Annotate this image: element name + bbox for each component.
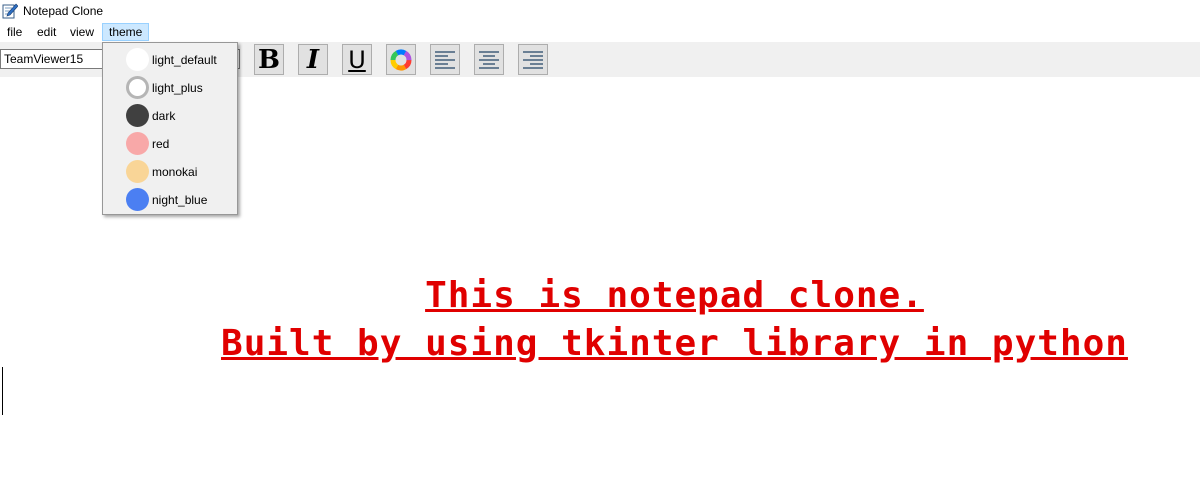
align-center-button[interactable] bbox=[474, 44, 504, 75]
italic-icon: I bbox=[306, 44, 320, 75]
underline-icon: U bbox=[348, 45, 366, 74]
editor-line-1: This is notepad clone. bbox=[425, 275, 924, 316]
theme-item-label: light_plus bbox=[152, 81, 203, 95]
menu-view[interactable]: view bbox=[64, 23, 100, 41]
italic-button[interactable]: I bbox=[298, 44, 328, 75]
swatch-light-default-icon bbox=[126, 48, 149, 71]
theme-item-night-blue[interactable]: night_blue bbox=[103, 185, 237, 213]
theme-item-red[interactable]: red bbox=[103, 129, 237, 157]
theme-dropdown-menu: light_default light_plus dark red monoka… bbox=[102, 42, 238, 215]
swatch-light-plus-icon bbox=[126, 76, 149, 99]
theme-item-dark[interactable]: dark bbox=[103, 101, 237, 129]
color-wheel-icon bbox=[390, 49, 412, 70]
menu-bar: file edit view theme bbox=[0, 22, 1200, 42]
bold-icon: B bbox=[258, 44, 280, 75]
theme-item-label: dark bbox=[152, 109, 176, 123]
align-right-button[interactable] bbox=[518, 44, 548, 75]
window-title: Notepad Clone bbox=[23, 4, 104, 18]
align-center-icon bbox=[479, 50, 499, 69]
menu-theme[interactable]: theme bbox=[102, 23, 150, 41]
notepad-pencil-icon bbox=[2, 3, 18, 19]
align-right-icon bbox=[523, 50, 543, 69]
title-bar: Notepad Clone bbox=[0, 0, 1200, 22]
theme-item-label: night_blue bbox=[152, 193, 208, 207]
swatch-monokai-icon bbox=[126, 160, 149, 183]
align-left-icon bbox=[435, 50, 455, 69]
bold-button[interactable]: B bbox=[254, 44, 284, 75]
editor-content: This is notepad clone. Built by using tk… bbox=[0, 272, 1200, 368]
theme-item-label: monokai bbox=[152, 165, 198, 179]
theme-item-label: light_default bbox=[152, 53, 217, 67]
align-left-button[interactable] bbox=[430, 44, 460, 75]
editor-line-2: Built by using tkinter library in python bbox=[221, 323, 1128, 364]
font-color-button[interactable] bbox=[386, 44, 416, 75]
swatch-red-icon bbox=[126, 132, 149, 155]
theme-item-monokai[interactable]: monokai bbox=[103, 157, 237, 185]
swatch-night-blue-icon bbox=[126, 188, 149, 211]
theme-item-light-plus[interactable]: light_plus bbox=[103, 73, 237, 101]
swatch-dark-icon bbox=[126, 104, 149, 127]
theme-item-label: red bbox=[152, 137, 170, 151]
theme-item-light-default[interactable]: light_default bbox=[103, 45, 237, 73]
underline-button[interactable]: U bbox=[342, 44, 372, 75]
menu-file[interactable]: file bbox=[1, 23, 28, 41]
text-caret bbox=[2, 367, 3, 415]
menu-edit[interactable]: edit bbox=[31, 23, 62, 41]
